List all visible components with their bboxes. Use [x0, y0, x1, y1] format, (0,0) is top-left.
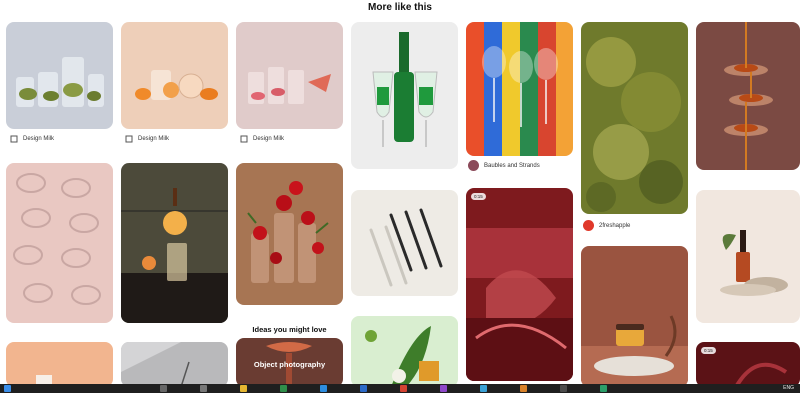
app-icon[interactable]: [560, 385, 567, 392]
pin-image: [696, 22, 800, 170]
pin-green-bokeh[interactable]: [581, 22, 688, 214]
start-icon[interactable]: [4, 385, 11, 392]
explorer-icon[interactable]: [240, 385, 247, 392]
pin-glass-orange[interactable]: [121, 22, 228, 129]
pin-source-name: Baubles and Strands: [484, 162, 540, 169]
pin-red-roses[interactable]: [236, 163, 343, 305]
mail-icon[interactable]: [360, 385, 367, 392]
pin-image: [121, 342, 228, 387]
board-icon: [125, 135, 133, 143]
pin-pink-glasses-grid[interactable]: [6, 163, 113, 323]
search-icon[interactable]: [160, 385, 167, 392]
pin-image: [351, 316, 458, 387]
app-icon[interactable]: [400, 385, 407, 392]
pin-cream-jar[interactable]: [581, 246, 688, 387]
pin-source-name: 2freshapple: [599, 222, 631, 229]
pin-image: [6, 163, 113, 323]
pin-source[interactable]: 2freshapple: [583, 220, 630, 231]
app-icon[interactable]: [600, 385, 607, 392]
pin-source-name: Design Milk: [23, 136, 55, 142]
pin-object-photography[interactable]: Object photography: [236, 338, 343, 387]
edge-icon[interactable]: [320, 385, 327, 392]
pin-image: [121, 22, 228, 129]
pin-source[interactable]: Baubles and Strands: [468, 160, 540, 171]
pin-image: [236, 22, 343, 129]
pin-green-leaf[interactable]: [351, 316, 458, 387]
creator-avatar: [583, 220, 594, 231]
ideas-heading: Ideas you might love: [252, 325, 327, 334]
app-icon[interactable]: [440, 385, 447, 392]
video-duration-badge: 0:15: [701, 347, 716, 354]
app-icon[interactable]: [480, 385, 487, 392]
pin-colored-glasses[interactable]: [466, 22, 573, 156]
taskbar: ENG: [0, 384, 800, 393]
pin-gray-lamp[interactable]: [121, 342, 228, 387]
pin-bottle-green[interactable]: [351, 22, 458, 169]
pin-source-name: Design Milk: [253, 136, 285, 142]
pin-image: [236, 163, 343, 305]
page-title: More like this: [368, 2, 432, 13]
ideas-card-label: Object photography: [253, 360, 326, 369]
pin-orange-dark[interactable]: [121, 163, 228, 323]
board-icon: [10, 135, 18, 143]
pin-image: [351, 22, 458, 169]
video-duration-badge: 0:15: [471, 193, 486, 200]
creator-avatar: [468, 160, 479, 171]
pin-honey-spoons[interactable]: [696, 22, 800, 170]
pin-red-glass-abstract[interactable]: 0:15: [466, 188, 573, 381]
app-icon[interactable]: [520, 385, 527, 392]
pin-serum-bottle[interactable]: [696, 190, 800, 323]
pin-image: [121, 163, 228, 323]
pin-forks-shadow[interactable]: [351, 190, 458, 296]
pin-peach-tile[interactable]: [6, 342, 113, 387]
pin-glass-cucumber[interactable]: [6, 22, 113, 129]
pin-source[interactable]: Design Milk: [10, 135, 54, 143]
pin-image: [466, 188, 573, 381]
browser-icon[interactable]: [280, 385, 287, 392]
pin-image: [351, 190, 458, 296]
pin-source-name: Design Milk: [138, 136, 170, 142]
pin-glass-pink[interactable]: [236, 22, 343, 129]
pin-source[interactable]: Design Milk: [125, 135, 169, 143]
pin-image: [6, 342, 113, 387]
pin-image: [6, 22, 113, 129]
pin-dark-red-bottom[interactable]: 0:15: [696, 342, 800, 387]
task-view-icon[interactable]: [200, 385, 207, 392]
pin-image: [466, 22, 573, 156]
pin-source[interactable]: Design Milk: [240, 135, 284, 143]
pin-image: [696, 190, 800, 323]
pin-image: [581, 246, 688, 387]
board-icon: [240, 135, 248, 143]
language-indicator[interactable]: ENG: [783, 385, 794, 391]
pin-image: [581, 22, 688, 214]
